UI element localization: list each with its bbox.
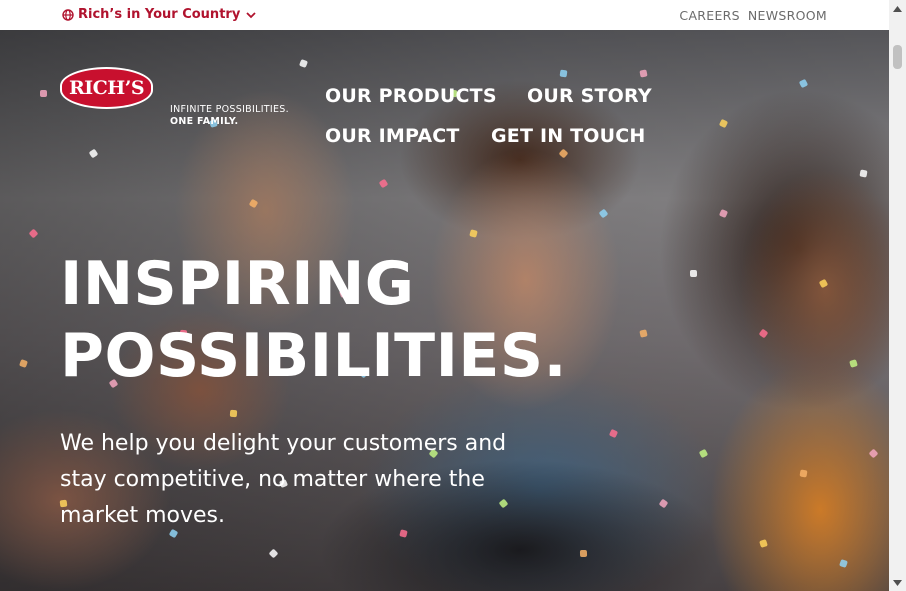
- scrollbar-thumb[interactable]: [893, 45, 902, 69]
- confetti-piece: [40, 90, 47, 97]
- confetti-piece: [689, 269, 698, 278]
- careers-link[interactable]: CAREERS: [679, 8, 739, 23]
- scroll-up-arrow-icon[interactable]: [889, 0, 906, 17]
- globe-icon: [62, 8, 74, 21]
- country-selector[interactable]: Rich’s in Your Country: [62, 7, 256, 22]
- top-utility-bar: Rich’s in Your Country CAREERS NEWSROOM: [0, 0, 889, 30]
- confetti-piece: [579, 549, 588, 558]
- chevron-down-icon: [246, 11, 256, 18]
- tagline-line-1: INFINITE POSSIBILITIES.: [170, 104, 289, 115]
- newsroom-link[interactable]: NEWSROOM: [748, 8, 827, 23]
- hero-headline-line-1: INSPIRING: [60, 249, 415, 319]
- scroll-down-arrow-icon[interactable]: [889, 574, 906, 591]
- confetti-piece: [559, 69, 568, 78]
- nav-our-story[interactable]: OUR STORY: [527, 85, 652, 107]
- hero-banner: RICH’S INFINITE POSSIBILITIES. ONE FAMIL…: [0, 30, 889, 591]
- hero-headline-line-2: POSSIBILITIES.: [60, 321, 567, 391]
- hero-subtext: We help you delight your customers and s…: [60, 431, 507, 528]
- nav-get-in-touch[interactable]: GET IN TOUCH: [491, 125, 646, 147]
- utility-links: CAREERS NEWSROOM: [679, 8, 827, 23]
- nav-our-products[interactable]: OUR PRODUCTS: [325, 85, 497, 107]
- logo-text: RICH’S: [68, 77, 145, 99]
- nav-our-impact[interactable]: OUR IMPACT: [325, 125, 460, 147]
- confetti-piece: [639, 69, 648, 78]
- country-selector-label: Rich’s in Your Country: [78, 7, 241, 22]
- confetti-piece: [859, 169, 868, 178]
- tagline-line-2: ONE FAMILY.: [170, 116, 239, 127]
- page-scrollbar[interactable]: [889, 0, 906, 591]
- confetti-piece: [229, 409, 238, 418]
- confetti-piece: [799, 469, 808, 478]
- brand-tagline: INFINITE POSSIBILITIES. ONE FAMILY.: [170, 104, 289, 128]
- hero-headline: INSPIRING POSSIBILITIES.: [60, 248, 567, 392]
- richs-logo[interactable]: RICH’S: [60, 67, 153, 109]
